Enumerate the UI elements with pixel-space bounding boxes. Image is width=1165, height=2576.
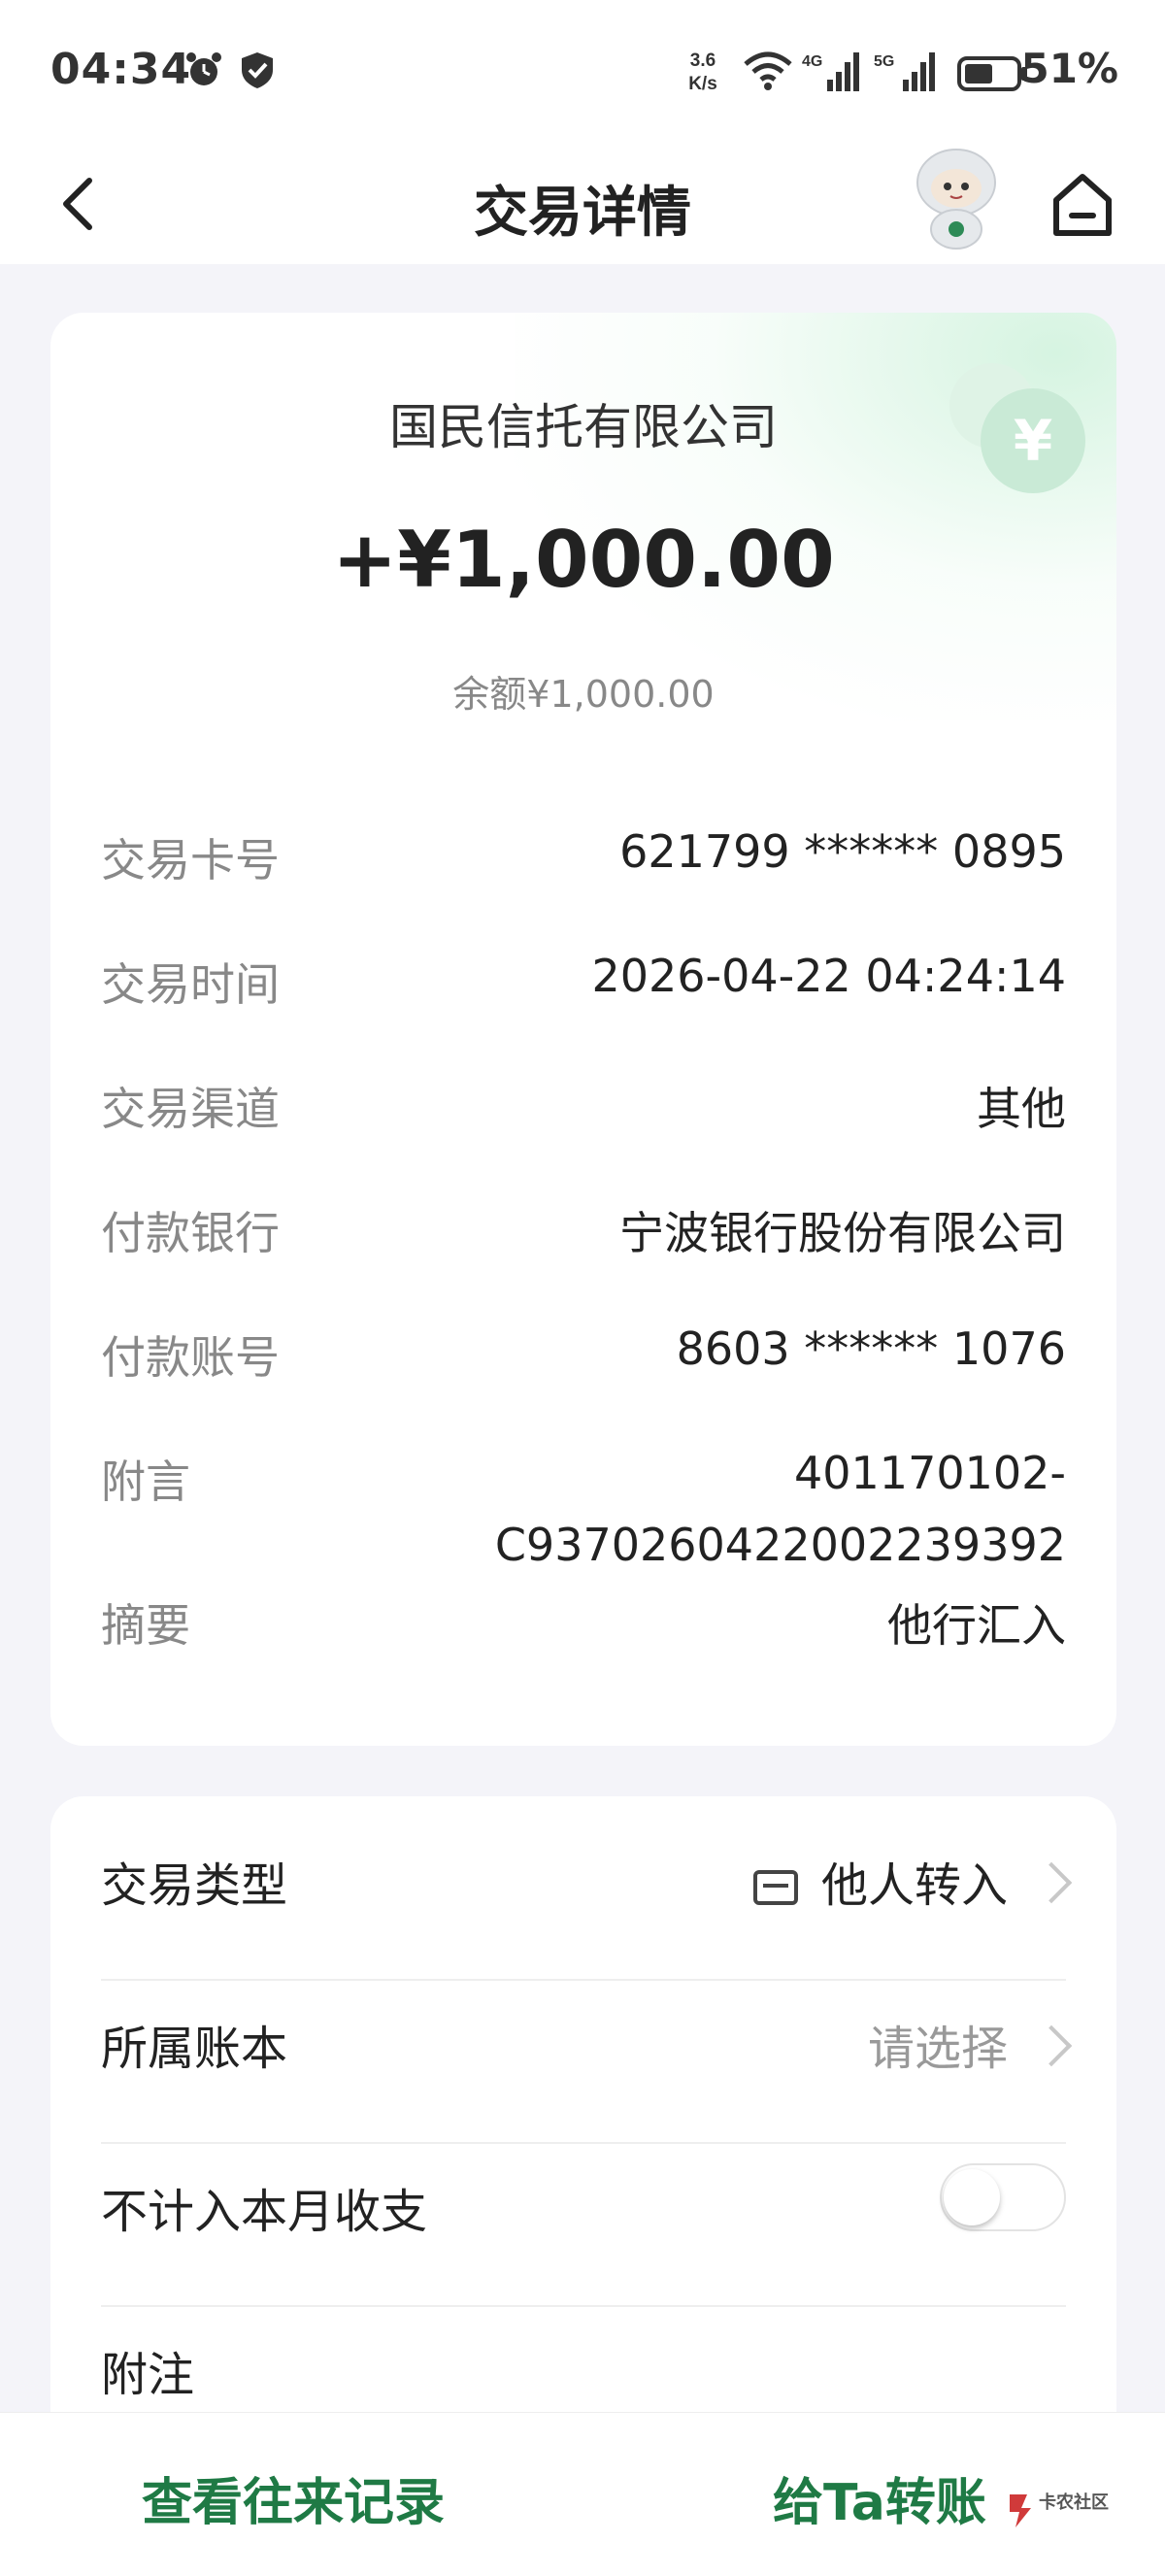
detail-value: 401170102- [794, 1447, 1066, 1499]
detail-value-line2: C93702604220022​39392 [494, 1519, 1066, 1571]
detail-label: 摘要 [101, 1599, 190, 1652]
detail-value: 2026-04-22 04:24:14 [591, 950, 1066, 1002]
svg-text:4G: 4G [802, 53, 822, 70]
watermark-logo-icon: 卡农社区 [1010, 2492, 1109, 2527]
alarm-icon [186, 52, 221, 85]
exclude-monthly-label: 不计入本月收支 [101, 2185, 428, 2239]
view-history-button[interactable]: 查看往来记录 [142, 2461, 445, 2534]
account-book-placeholder: 请选择 [867, 2022, 1008, 2076]
account-book-row[interactable]: 所属账本 请选择 [101, 1959, 1073, 2123]
account-book-value: 请选择 [867, 2010, 1073, 2078]
detail-value: 8603 ****** 1076 [676, 1322, 1066, 1375]
detail-label: 交易卡号 [101, 834, 280, 887]
transfer-button[interactable]: 给Ta转账 [773, 2461, 986, 2534]
battery-icon [957, 56, 1027, 91]
detail-label: 交易时间 [101, 958, 280, 1011]
svg-text:5G: 5G [874, 53, 894, 70]
watermark-text: 卡农社区 [1039, 2492, 1109, 2512]
detail-value: 他行汇入 [887, 1599, 1066, 1652]
transfer-type-icon [752, 1870, 798, 1905]
toggle-knob [944, 2169, 1000, 2225]
shield-icon [242, 52, 273, 88]
chevron-right-icon [1030, 1861, 1073, 1904]
svg-text:K/s: K/s [688, 74, 717, 94]
transaction-amount: +¥1,000.00 [332, 515, 835, 605]
transaction-type-label: 交易类型 [101, 1858, 288, 1913]
mascot-icon[interactable] [903, 146, 1010, 252]
signal-4g-icon: 4G [802, 52, 859, 91]
transaction-type-value: 他人转入 [752, 1847, 1073, 1915]
detail-label: 附言 [101, 1455, 190, 1508]
transaction-type-text: 他人转入 [820, 1858, 1008, 1913]
watermark: 卡农社区 [1006, 2487, 1122, 2531]
exclude-monthly-row: 不计入本月收支 [101, 2123, 1066, 2286]
transaction-type-row[interactable]: 交易类型 他人转入 [101, 1796, 1073, 1959]
signal-5g-icon: 5G [874, 52, 935, 91]
detail-label: 付款银行 [101, 1207, 280, 1259]
detail-value: 621799 ****** 0895 [619, 825, 1066, 878]
net-speed-icon: 3.6 K/s [688, 50, 717, 94]
balance-text: 余额¥1,000.00 [452, 673, 715, 716]
payer-name: 国民信托有限公司 [389, 399, 778, 455]
detail-label: 交易渠道 [101, 1083, 280, 1135]
status-bar: 04:34 3.6 K/s 4G 5G 51% [0, 0, 1165, 146]
account-book-label: 所属账本 [101, 2022, 288, 2076]
detail-value: 宁波银行股份有限公司 [619, 1207, 1066, 1259]
chevron-right-icon [1030, 2024, 1073, 2067]
transaction-detail-card: ¥ 国民信托有限公司 +¥1,000.00 余额¥1,000.00 交易卡号 6… [50, 313, 1116, 1746]
nav-bar: 交易详情 [0, 146, 1165, 264]
detail-value: 其他 [977, 1083, 1066, 1135]
wifi-icon [744, 51, 792, 90]
note-label: 附注 [101, 2348, 195, 2402]
exclude-monthly-toggle[interactable] [940, 2163, 1066, 2231]
battery-percent: 51% [1020, 45, 1118, 92]
bottom-action-bar: 查看往来记录 给Ta转账 卡农社区 [0, 2412, 1165, 2576]
status-time: 04:34 [50, 45, 192, 94]
detail-label: 付款账号 [101, 1331, 280, 1384]
svg-text:3.6: 3.6 [690, 50, 716, 71]
home-icon[interactable] [1048, 165, 1116, 243]
